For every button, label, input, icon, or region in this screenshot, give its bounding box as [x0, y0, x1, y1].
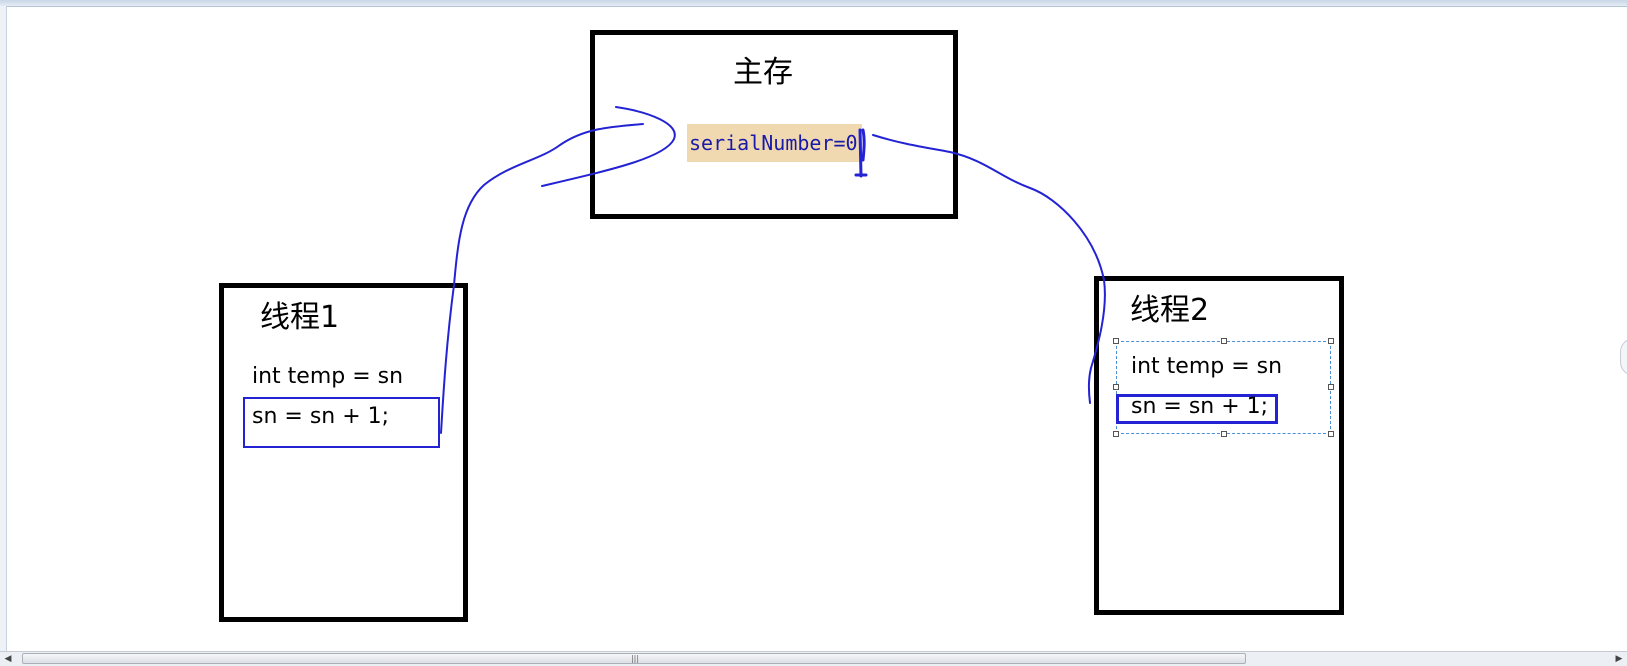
- scrollbar-grip-icon: |||: [630, 654, 640, 663]
- text-cursor-stroke: [854, 128, 868, 178]
- thread1-to-memory-stroke: [440, 123, 644, 434]
- annotation-strokes: [440, 106, 1106, 434]
- scroll-right-icon[interactable]: ▶: [1611, 652, 1627, 666]
- memory-to-thread2-stroke: [872, 134, 1106, 404]
- scroll-left-icon[interactable]: ◀: [0, 652, 16, 666]
- horizontal-scrollbar[interactable]: ◀ ||| ▶: [0, 651, 1627, 666]
- memory-loop-stroke: [541, 106, 676, 187]
- scrollbar-thumb[interactable]: |||: [22, 653, 1246, 664]
